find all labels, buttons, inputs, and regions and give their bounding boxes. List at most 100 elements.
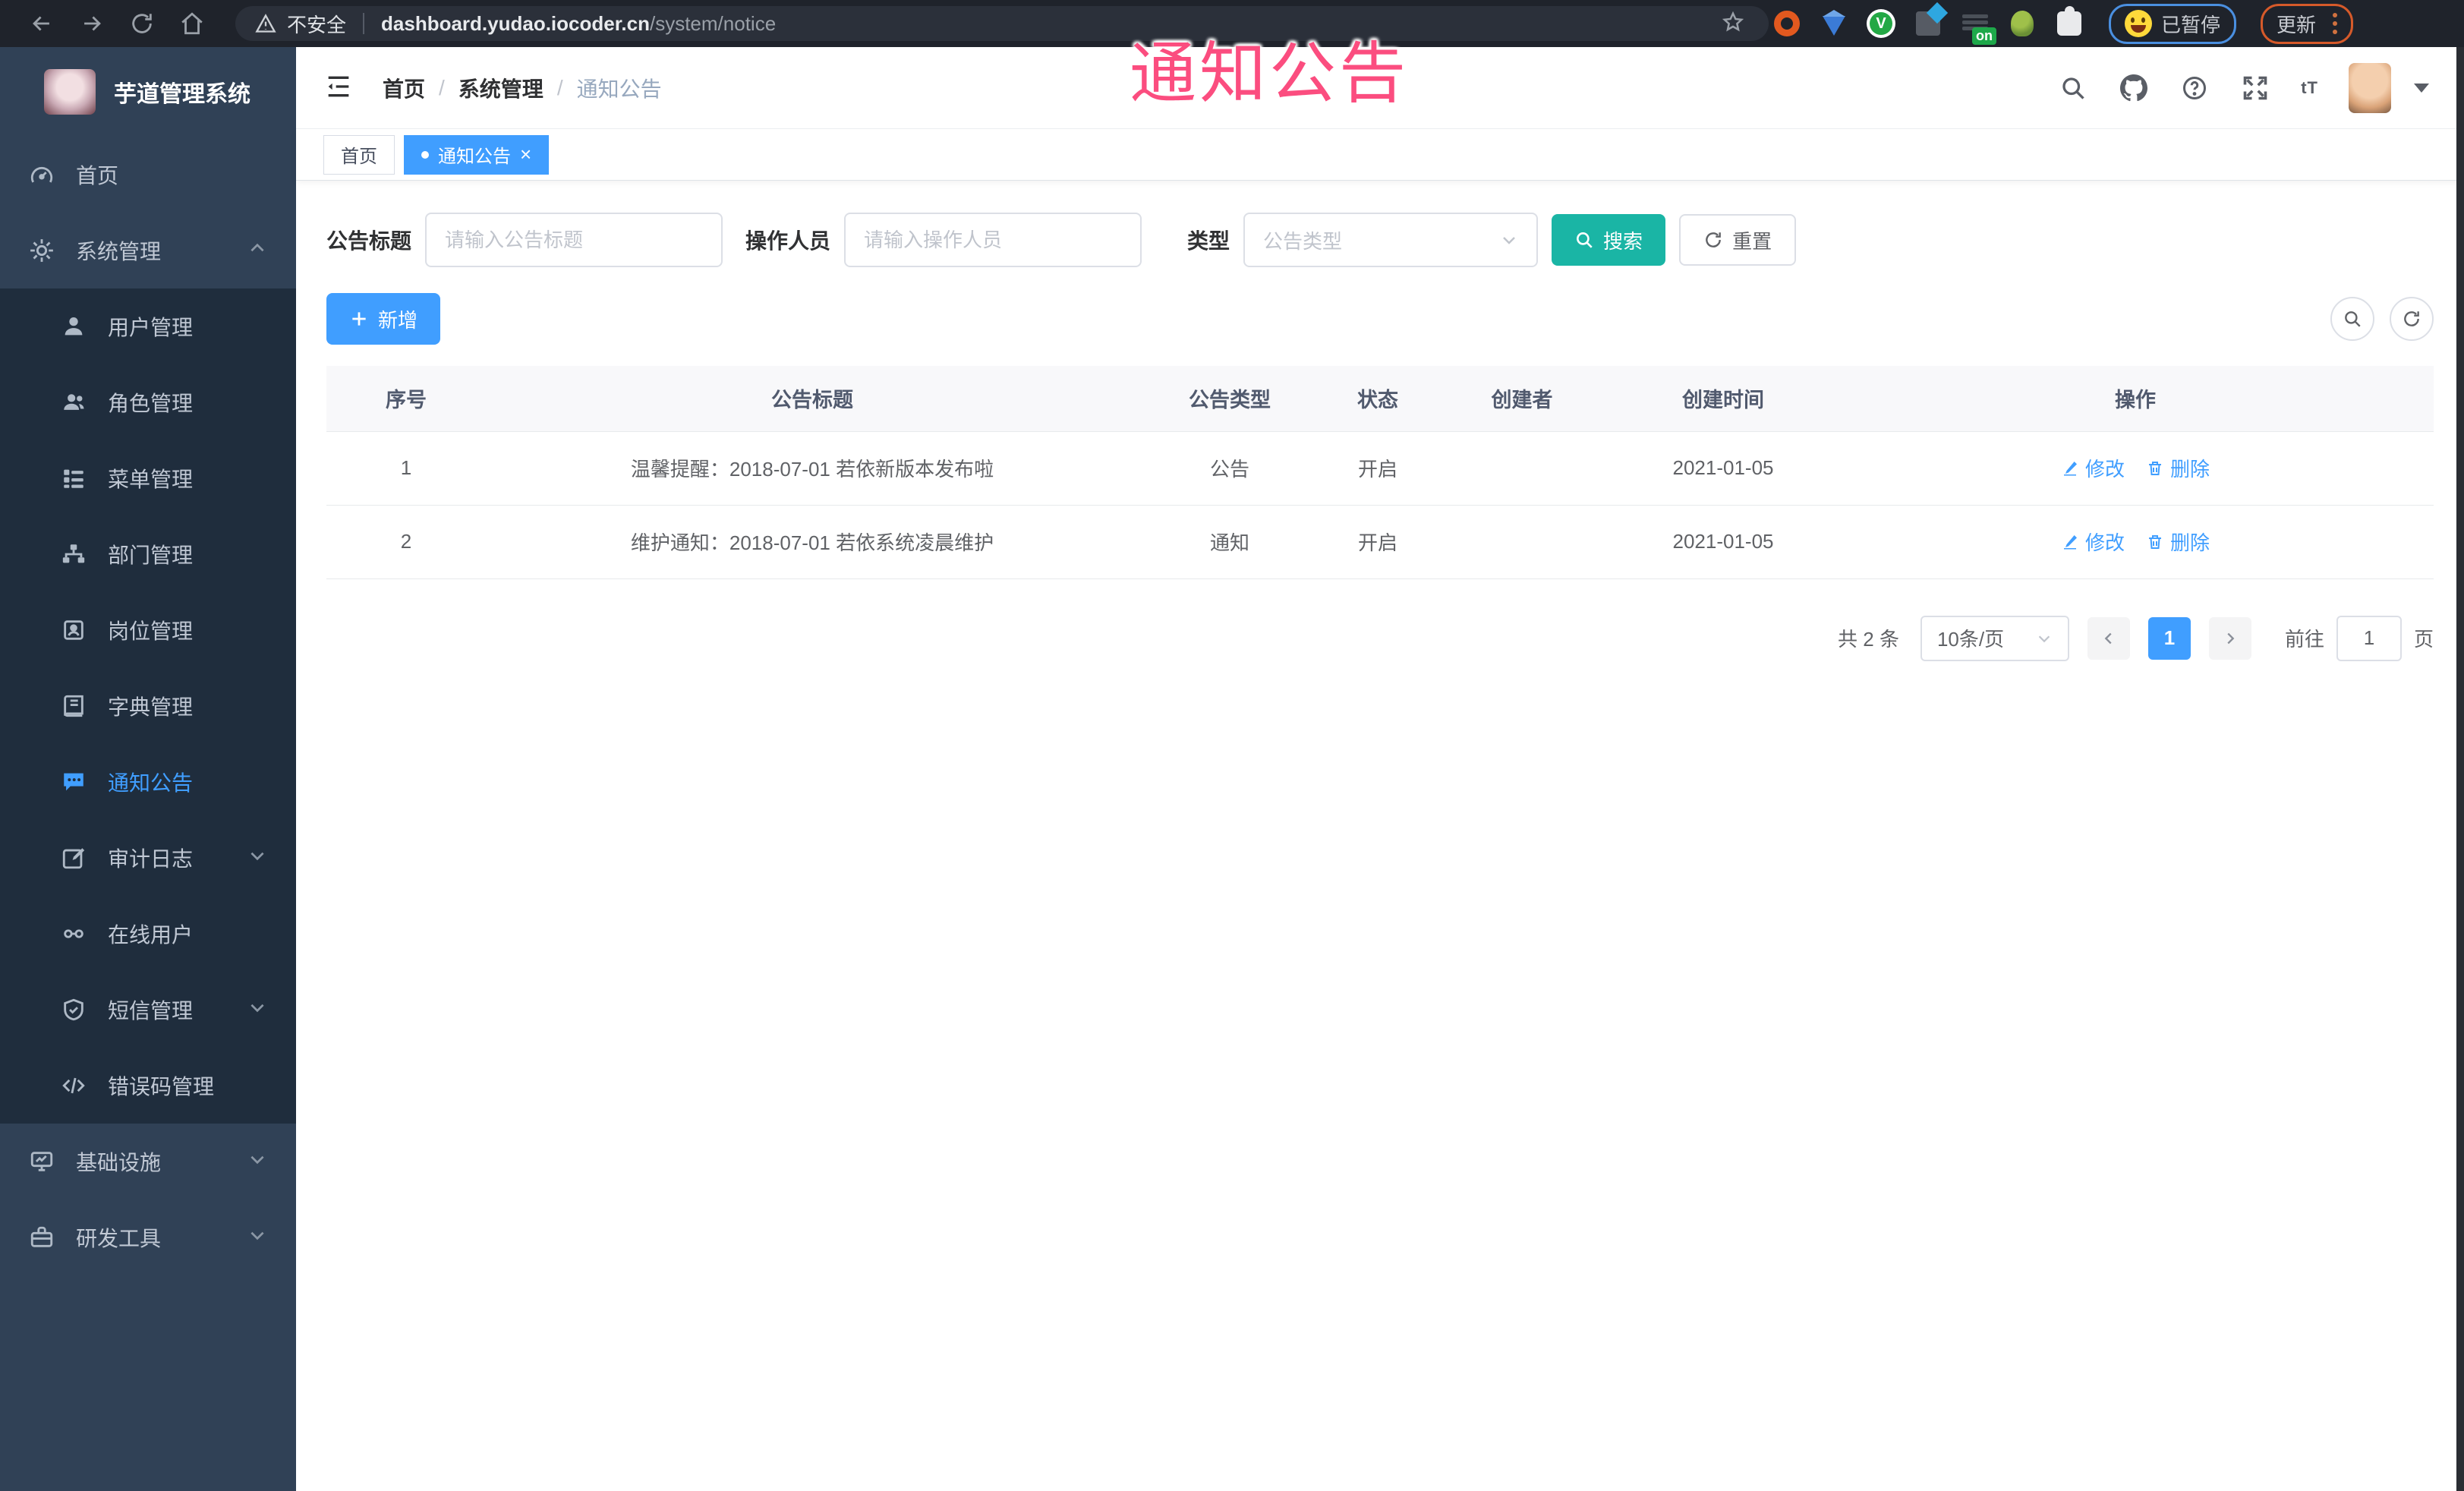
extension-v-icon[interactable]: V xyxy=(1866,8,1896,39)
back-icon[interactable] xyxy=(20,5,64,43)
avatar-caret-icon[interactable] xyxy=(2414,83,2429,93)
forward-icon[interactable] xyxy=(70,5,114,43)
edit-link[interactable]: 修改 xyxy=(2061,454,2125,482)
sidebar-item-sms[interactable]: 短信管理 xyxy=(0,972,296,1048)
bookmark-star-icon[interactable] xyxy=(1722,11,1744,37)
toolbox-icon xyxy=(30,1226,53,1247)
extension-puzzle-icon[interactable] xyxy=(2054,6,2084,39)
sidebar-item-notice[interactable]: 通知公告 xyxy=(0,744,296,820)
help-icon[interactable] xyxy=(2179,73,2210,103)
cell-created: 2021-01-05 xyxy=(1609,505,1837,579)
col-created: 创建时间 xyxy=(1609,366,1837,432)
users-icon xyxy=(64,394,84,410)
col-creator: 创建者 xyxy=(1435,366,1609,432)
monitor-icon xyxy=(30,1152,53,1171)
search-icon[interactable] xyxy=(2058,73,2088,103)
browser-update-button[interactable]: 更新 xyxy=(2261,3,2354,44)
sidebar-item-label: 岗位管理 xyxy=(108,619,194,643)
system-submenu: 用户管理 角色管理 菜单管理 部门管理 岗位管理 字典管理 通知公告 审计日志 … xyxy=(0,288,296,1124)
col-index: 序号 xyxy=(326,366,486,432)
org-tree-icon xyxy=(62,544,85,563)
address-bar[interactable]: 不安全 dashboard.yudao.iocoder.cn/system/no… xyxy=(235,6,1769,41)
breadcrumb-home[interactable]: 首页 xyxy=(383,73,425,103)
tab-home[interactable]: 首页 xyxy=(323,134,395,175)
search-icon xyxy=(2345,311,2361,327)
user-avatar[interactable] xyxy=(2349,62,2391,113)
refresh-table-button[interactable] xyxy=(2390,297,2434,341)
active-dot-icon xyxy=(421,150,429,159)
app-logo[interactable]: 芋道管理系统 xyxy=(0,47,296,137)
prev-page-button[interactable] xyxy=(2087,616,2130,660)
profile-paused-badge[interactable]: 已暂停 xyxy=(2109,3,2237,44)
type-select[interactable]: 公告类型 xyxy=(1243,213,1539,267)
sidebar-item-posts[interactable]: 岗位管理 xyxy=(0,592,296,668)
refresh-icon xyxy=(2404,311,2419,326)
sidebar-item-dict[interactable]: 字典管理 xyxy=(0,668,296,744)
extension-plant-icon[interactable] xyxy=(2007,8,2037,39)
table-row[interactable]: 1 温馨提醒：2018-07-01 若依新版本发布啦 公告 开启 2021-01… xyxy=(326,431,2434,506)
sidebar-item-roles[interactable]: 角色管理 xyxy=(0,364,296,440)
breadcrumb-system[interactable]: 系统管理 xyxy=(458,73,544,103)
page-size-value: 10条/页 xyxy=(1936,628,2005,651)
edit-link[interactable]: 修改 xyxy=(2061,528,2125,556)
chevron-down-icon xyxy=(1503,237,1515,244)
sidebar-item-system[interactable]: 系统管理 xyxy=(0,213,296,288)
delete-link[interactable]: 删除 xyxy=(2146,528,2210,556)
close-icon[interactable] xyxy=(520,143,531,166)
fullscreen-icon[interactable] xyxy=(2240,73,2270,103)
page-scrollbar[interactable] xyxy=(2456,47,2464,1491)
extension-grid-icon[interactable] xyxy=(1913,8,1943,39)
extension-gem-icon[interactable] xyxy=(1819,8,1849,39)
sidebar-item-users[interactable]: 用户管理 xyxy=(0,288,296,364)
next-page-button[interactable] xyxy=(2208,616,2251,660)
breadcrumb-separator: / xyxy=(439,75,445,99)
url-domain[interactable]: dashboard.yudao.iocoder.cn xyxy=(381,12,650,35)
extension-orange-ring-icon[interactable] xyxy=(1772,8,1802,39)
cell-title: 温馨提醒：2018-07-01 若依新版本发布啦 xyxy=(486,431,1139,506)
sidebar-item-online-users[interactable]: 在线用户 xyxy=(0,896,296,972)
sidebar-item-menus[interactable]: 菜单管理 xyxy=(0,440,296,516)
extension-list-icon[interactable]: on xyxy=(1960,8,1996,45)
goto-page-input[interactable] xyxy=(2336,615,2402,661)
online-users-icon xyxy=(64,929,83,938)
reset-button[interactable]: 重置 xyxy=(1679,214,1797,266)
page-size-select[interactable]: 10条/页 xyxy=(1920,615,2069,661)
font-size-icon[interactable]: tT xyxy=(2301,78,2318,98)
delete-link[interactable]: 删除 xyxy=(2146,454,2210,482)
user-icon xyxy=(65,317,83,336)
sidebar-item-devtools[interactable]: 研发工具 xyxy=(0,1199,296,1275)
book-icon xyxy=(64,695,83,717)
title-filter-input[interactable] xyxy=(425,213,723,267)
sidebar-fold-icon[interactable] xyxy=(323,71,357,105)
github-icon[interactable] xyxy=(2119,73,2149,103)
home-icon[interactable] xyxy=(170,5,214,43)
security-label[interactable]: 不安全 xyxy=(287,10,346,38)
sidebar-item-infrastructure[interactable]: 基础设施 xyxy=(0,1124,296,1199)
reload-icon[interactable] xyxy=(120,5,164,43)
chevron-up-icon xyxy=(247,238,267,263)
sidebar-item-departments[interactable]: 部门管理 xyxy=(0,516,296,592)
update-label: 更新 xyxy=(2277,13,2317,36)
sidebar-item-label: 部门管理 xyxy=(108,544,194,567)
search-button[interactable]: 搜索 xyxy=(1552,214,1666,266)
sidebar: 芋道管理系统 首页 系统管理 用户管理 角色管理 菜单管理 部门管理 岗位管理 … xyxy=(0,47,296,1491)
sidebar-item-label: 研发工具 xyxy=(76,1227,162,1250)
profile-emoji-icon xyxy=(2125,10,2152,37)
url-path[interactable]: /system/notice xyxy=(650,12,776,35)
col-actions: 操作 xyxy=(1837,366,2434,432)
pagination: 共 2 条 10条/页 1 前往 页 xyxy=(326,615,2434,661)
operator-filter-input[interactable] xyxy=(844,213,1142,267)
sidebar-item-home[interactable]: 首页 xyxy=(0,137,296,213)
cell-title: 维护通知：2018-07-01 若依系统凌晨维护 xyxy=(486,505,1139,579)
table-row[interactable]: 2 维护通知：2018-07-01 若依系统凌晨维护 通知 开启 2021-01… xyxy=(326,505,2434,579)
sidebar-item-error-codes[interactable]: 错误码管理 xyxy=(0,1048,296,1124)
toggle-search-button[interactable] xyxy=(2330,297,2374,341)
tab-notice[interactable]: 通知公告 xyxy=(404,134,550,175)
sidebar-item-audit-log[interactable]: 审计日志 xyxy=(0,820,296,896)
page-number-1[interactable]: 1 xyxy=(2147,616,2191,660)
add-button[interactable]: 新增 xyxy=(326,293,441,345)
filter-form: 公告标题 操作人员 类型 公告类型 搜索 重 xyxy=(326,213,2434,267)
cell-type: 公告 xyxy=(1139,431,1321,506)
browser-menu-icon[interactable] xyxy=(2333,13,2338,34)
edit-icon xyxy=(2063,534,2077,549)
